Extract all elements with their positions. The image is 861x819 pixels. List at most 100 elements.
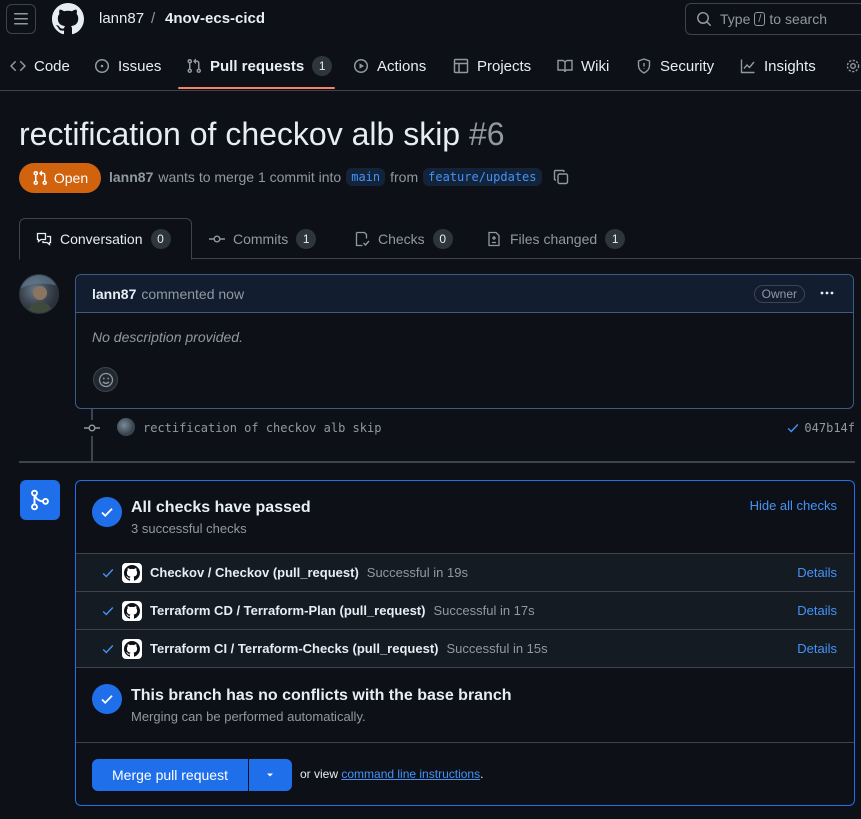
checklist-icon <box>355 231 370 246</box>
book-icon <box>557 59 573 73</box>
check-status: Successful in 17s <box>433 603 535 618</box>
comment-body: No description provided. <box>92 329 243 345</box>
check-status: Successful in 15s <box>446 641 548 656</box>
check-icon <box>102 645 114 654</box>
tab-checks[interactable]: Checks 0 <box>338 218 469 259</box>
github-actions-logo-icon <box>122 639 142 659</box>
check-icon <box>101 695 113 704</box>
github-logo-icon[interactable] <box>52 3 84 35</box>
check-name-text: Terraform CD / Terraform-Plan (pull_requ… <box>150 603 426 618</box>
breadcrumb-repo[interactable]: 4nov-ecs-cicd <box>165 10 265 27</box>
comment-discussion-icon <box>36 232 52 246</box>
check-details-link[interactable]: Details <box>797 603 837 618</box>
tab-files-changed[interactable]: Files changed 1 <box>470 218 641 259</box>
menu-button[interactable] <box>6 4 36 34</box>
gear-icon <box>846 59 860 73</box>
checks-passed-icon <box>92 497 122 527</box>
checks-subtitle: 3 successful checks <box>131 521 247 536</box>
top-header: lann87 / 4nov-ecs-cicd Type / to search <box>0 0 861 40</box>
smiley-icon <box>98 372 113 387</box>
copy-icon[interactable] <box>553 169 569 185</box>
timeline-divider <box>19 461 855 463</box>
tab-commits[interactable]: Commits 1 <box>193 218 332 259</box>
github-actions-logo-icon <box>122 601 142 621</box>
triangle-down-icon <box>267 773 273 777</box>
search-prefix: Type <box>720 11 751 27</box>
section-divider <box>76 742 854 743</box>
hamburger-icon <box>14 13 28 25</box>
pull-requests-count: 1 <box>312 56 333 76</box>
graph-icon <box>740 59 755 74</box>
breadcrumb-separator: / <box>151 10 156 27</box>
search-input[interactable]: Type / to search <box>685 3 861 35</box>
hide-checks-link[interactable]: Hide all checks <box>750 498 837 513</box>
check-name-text: Checkov / Checkov (pull_request) <box>150 565 359 580</box>
merge-status-icon <box>20 480 60 520</box>
tab-files-changed-label: Files changed <box>510 230 598 247</box>
commit-message[interactable]: rectification of checkov alb skip <box>143 421 381 435</box>
check-details-link[interactable]: Details <box>797 565 837 580</box>
tab-code-label: Code <box>34 57 70 75</box>
tab-pull-requests[interactable]: Pull requests 1 <box>186 50 333 82</box>
commit-icon <box>209 234 225 242</box>
command-line-link[interactable]: command line instructions <box>341 767 480 781</box>
tab-checks-label: Checks <box>378 230 425 247</box>
tab-conversation[interactable]: Conversation 0 <box>19 218 192 260</box>
merge-method-dropdown[interactable] <box>249 759 291 791</box>
comment-header: lann87 commented now Owner <box>76 275 853 313</box>
status-badge: Open <box>19 163 101 193</box>
owner-badge: Owner <box>753 285 805 303</box>
conflicts-title: This branch has no conflicts with the ba… <box>131 687 512 704</box>
tab-security-label: Security <box>660 57 715 75</box>
check-icon[interactable] <box>786 421 800 435</box>
avatar[interactable] <box>19 274 59 314</box>
breadcrumb-owner[interactable]: lann87 <box>99 10 144 27</box>
tab-insights[interactable]: Insights <box>740 50 816 82</box>
tab-projects[interactable]: Projects <box>453 50 531 82</box>
comment-action[interactable]: commented now <box>141 286 244 302</box>
conflicts-subtitle: Merging can be performed automatically. <box>131 709 366 724</box>
issue-icon <box>94 58 110 74</box>
head-branch[interactable]: feature/updates <box>423 168 542 186</box>
base-branch[interactable]: main <box>346 168 386 186</box>
pr-author-link[interactable]: lann87 <box>109 169 153 185</box>
search-shortcut-key: / <box>754 12 766 26</box>
tab-actions[interactable]: Actions <box>353 50 426 82</box>
commit-sha[interactable]: 047b14f <box>804 421 855 435</box>
checks-title: All checks have passed <box>131 499 311 516</box>
section-divider <box>76 667 854 668</box>
merge-pull-request-button[interactable]: Merge pull request <box>92 759 249 791</box>
add-reaction-button[interactable] <box>93 367 118 392</box>
page-title: rectification of checkov alb skip #6 <box>19 116 505 153</box>
check-status: Successful in 19s <box>366 565 468 580</box>
commits-count: 1 <box>296 228 317 249</box>
check-name: Terraform CD / Terraform-Plan (pull_requ… <box>150 603 535 618</box>
tab-code[interactable]: Code <box>10 50 70 82</box>
check-name-text: Terraform CI / Terraform-Checks (pull_re… <box>150 641 439 656</box>
pr-number: #6 <box>468 116 505 152</box>
comment-box: lann87 commented now Owner No descriptio… <box>75 274 854 409</box>
file-diff-icon <box>488 231 500 246</box>
comment-author[interactable]: lann87 <box>92 286 136 302</box>
pr-tabs: Conversation 0 Commits 1 Checks 0 Files … <box>19 218 861 260</box>
tab-security[interactable]: Security <box>636 50 714 82</box>
check-row: Terraform CD / Terraform-Plan (pull_requ… <box>76 591 854 629</box>
check-name: Terraform CI / Terraform-Checks (pull_re… <box>150 641 548 656</box>
status-badge-label: Open <box>53 170 89 186</box>
merge-pull-request-button-group: Merge pull request <box>92 759 292 791</box>
tab-settings[interactable] <box>845 50 861 82</box>
github-actions-logo-icon <box>122 563 142 583</box>
pull-request-icon <box>33 170 47 186</box>
commit-avatar[interactable] <box>117 418 135 436</box>
check-name: Checkov / Checkov (pull_request) Successf… <box>150 565 468 580</box>
files-changed-count: 1 <box>605 228 626 249</box>
tab-issues[interactable]: Issues <box>94 50 161 82</box>
commit-icon <box>84 420 100 436</box>
tab-wiki[interactable]: Wiki <box>557 50 609 82</box>
period: . <box>480 767 484 781</box>
kebab-horizontal-icon[interactable] <box>819 285 835 301</box>
search-icon <box>697 12 712 27</box>
check-icon <box>102 569 114 578</box>
check-icon <box>102 607 114 616</box>
check-details-link[interactable]: Details <box>797 641 837 656</box>
